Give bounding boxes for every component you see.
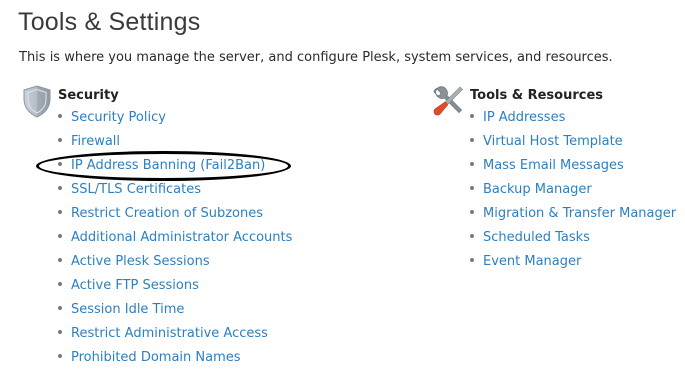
bullet-icon	[58, 210, 62, 214]
bullet-icon	[58, 138, 62, 142]
ssl-tls-certificates-link[interactable]: SSL/TLS Certificates	[71, 182, 201, 197]
security-policy-link[interactable]: Security Policy	[71, 110, 166, 125]
mass-email-messages-link[interactable]: Mass Email Messages	[483, 158, 624, 173]
event-manager-link[interactable]: Event Manager	[483, 254, 581, 269]
list-item: Firewall	[58, 131, 292, 155]
firewall-link[interactable]: Firewall	[71, 134, 120, 149]
list-item: Migration & Transfer Manager	[470, 203, 676, 227]
ip-address-banning-link[interactable]: IP Address Banning (Fail2Ban)	[71, 158, 265, 173]
bullet-icon	[58, 234, 62, 238]
list-item: Event Manager	[470, 251, 676, 275]
bullet-icon	[58, 114, 62, 118]
list-item: IP Addresses	[470, 107, 676, 131]
shield-icon	[23, 85, 51, 118]
bullet-icon	[58, 354, 62, 358]
list-item: Active Plesk Sessions	[58, 251, 292, 275]
bullet-icon	[58, 282, 62, 286]
bullet-icon	[58, 186, 62, 190]
bullet-icon	[58, 258, 62, 262]
migration-transfer-manager-link[interactable]: Migration & Transfer Manager	[483, 206, 676, 221]
bullet-icon	[470, 234, 474, 238]
list-item: IP Address Banning (Fail2Ban)	[58, 155, 292, 179]
prohibited-domain-names-link[interactable]: Prohibited Domain Names	[71, 350, 241, 365]
bullet-icon	[470, 186, 474, 190]
list-item: Virtual Host Template	[470, 131, 676, 155]
list-item: Additional Administrator Accounts	[58, 227, 292, 251]
tools-links: IP Addresses Virtual Host Template Mass …	[470, 107, 676, 275]
list-item: Active FTP Sessions	[58, 275, 292, 299]
bullet-icon	[470, 258, 474, 262]
bullet-icon	[58, 330, 62, 334]
active-ftp-sessions-link[interactable]: Active FTP Sessions	[71, 278, 199, 293]
restrict-subzones-link[interactable]: Restrict Creation of Subzones	[71, 206, 263, 221]
security-heading: Security	[58, 88, 119, 103]
list-item: Restrict Creation of Subzones	[58, 203, 292, 227]
page-title: Tools & Settings	[18, 8, 201, 36]
virtual-host-template-link[interactable]: Virtual Host Template	[483, 134, 623, 149]
session-idle-time-link[interactable]: Session Idle Time	[71, 302, 184, 317]
bullet-icon	[470, 210, 474, 214]
bullet-icon	[58, 306, 62, 310]
page-description: This is where you manage the server, and…	[19, 50, 613, 65]
security-links: Security Policy Firewall IP Address Bann…	[58, 107, 292, 371]
list-item: Security Policy	[58, 107, 292, 131]
list-item: Restrict Administrative Access	[58, 323, 292, 347]
list-item: Backup Manager	[470, 179, 676, 203]
active-plesk-sessions-link[interactable]: Active Plesk Sessions	[71, 254, 210, 269]
list-item: Prohibited Domain Names	[58, 347, 292, 371]
tools-heading: Tools & Resources	[470, 88, 604, 103]
scheduled-tasks-link[interactable]: Scheduled Tasks	[483, 230, 590, 245]
list-item: SSL/TLS Certificates	[58, 179, 292, 203]
bullet-icon	[470, 114, 474, 118]
bullet-icon	[58, 162, 62, 166]
list-item: Session Idle Time	[58, 299, 292, 323]
list-item: Mass Email Messages	[470, 155, 676, 179]
backup-manager-link[interactable]: Backup Manager	[483, 182, 592, 197]
list-item: Scheduled Tasks	[470, 227, 676, 251]
tools-icon	[433, 86, 463, 116]
restrict-admin-access-link[interactable]: Restrict Administrative Access	[71, 326, 268, 341]
bullet-icon	[470, 162, 474, 166]
bullet-icon	[470, 138, 474, 142]
additional-admin-accounts-link[interactable]: Additional Administrator Accounts	[71, 230, 292, 245]
ip-addresses-link[interactable]: IP Addresses	[483, 110, 565, 125]
